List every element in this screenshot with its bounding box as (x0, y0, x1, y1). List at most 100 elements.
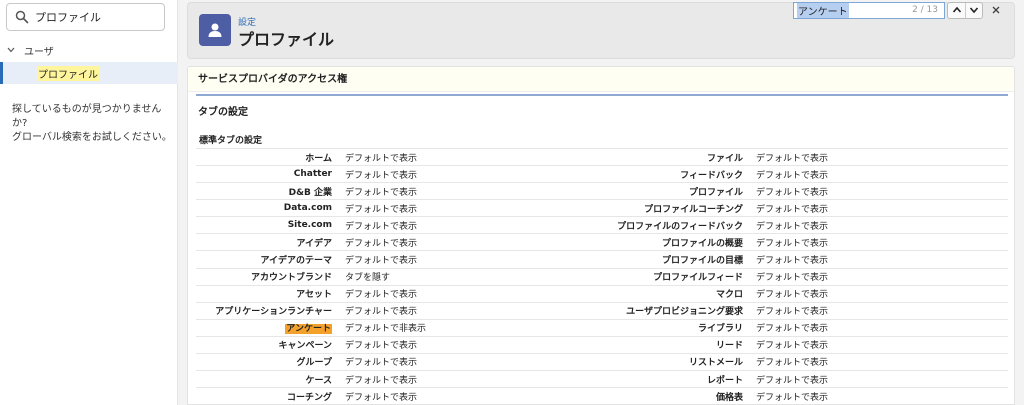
tab-name-left: D&B 企業 (288, 187, 332, 198)
tab-visibility-right: デフォルトで表示 (756, 273, 829, 284)
tab-name-left: グループ (296, 358, 332, 369)
tab-visibility-left: デフォルトで表示 (345, 307, 418, 318)
tab-visibility-left: タブを隠す (345, 273, 391, 284)
tab-visibility-left: デフォルトで表示 (345, 238, 418, 249)
tab-visibility-right: デフォルトで表示 (756, 153, 829, 164)
tab-name-left: アンケート (196, 321, 336, 335)
tab-visibility-right: デフォルトで表示 (756, 392, 829, 403)
service-provider-access-section: サービスプロバイダのアクセス権 (188, 67, 1014, 92)
find-next-button[interactable] (965, 2, 982, 18)
tab-name-right: ファイル (706, 153, 743, 164)
table-row: ホーム デフォルトで表示 ファイル デフォルトで表示 (196, 149, 1008, 167)
table-row: グループ デフォルトで表示 リストメール デフォルトで表示 (196, 354, 1008, 372)
tab-name-right: ユーザプロビジョニング要求 (626, 307, 743, 318)
tab-visibility-right: デフォルトで表示 (756, 187, 829, 198)
tab-name-right: フィードバック (680, 170, 743, 181)
tab-name-right: リード (715, 341, 743, 352)
tab-visibility-left: デフォルトで非表示 (345, 324, 427, 335)
tab-settings-title: タブの設定 (198, 107, 248, 118)
tab-visibility-right: デフォルトで表示 (756, 375, 829, 386)
quick-find-input[interactable] (35, 10, 155, 24)
tab-visibility-right: デフォルトで表示 (756, 256, 829, 266)
tree-group-header[interactable]: ユーザ (0, 40, 178, 60)
tab-name-right: マクロ (715, 290, 743, 301)
tab-visibility-right: デフォルトで表示 (756, 238, 829, 249)
find-match-highlight: アンケート (285, 324, 332, 335)
tab-visibility-left: デフォルトで表示 (345, 358, 418, 369)
find-previous-button[interactable] (948, 3, 965, 18)
tab-name-left: Data.com (283, 203, 332, 214)
profile-detail-content: サービスプロバイダのアクセス権 タブの設定 標準タブの設定 ホームデフォルトで表… (187, 66, 1015, 405)
tab-visibility-right: デフォルトで表示 (756, 358, 829, 369)
tab-visibility-right: デフォルトで表示 (756, 221, 829, 232)
search-icon (15, 10, 29, 24)
tab-name-left: キャンペーン (278, 341, 332, 352)
table-row: ケース デフォルトで表示 レポート デフォルトで表示 (196, 371, 1008, 389)
tab-visibility-left: デフォルトで表示 (345, 341, 418, 352)
tab-visibility-left: デフォルトで表示 (345, 204, 418, 215)
chevron-up-icon (952, 6, 961, 13)
tab-settings-table: ホーム デフォルトで表示 ファイル デフォルトで表示 Chatter デフォルトで表示 フィ… (196, 148, 1008, 404)
tab-visibility-left: デフォルトで表示 (345, 290, 418, 301)
tab-visibility-left: デフォルトで表示 (345, 221, 418, 232)
tab-visibility-right: デフォルトで表示 (756, 290, 829, 301)
user-profile-icon (199, 14, 231, 46)
tab-name-left: アセット (296, 290, 332, 301)
tab-visibility-right: デフォルトで表示 (756, 204, 829, 215)
table-row: アンケート デフォルトで非表示 ライブラリ デフォルトで表示 (196, 320, 1008, 337)
tab-name-right: プロファイルコーチング (644, 204, 743, 215)
find-bar: アンケート 2 / 13 (793, 1, 1003, 19)
table-row: アセット デフォルトで表示 マクロ デフォルトで表示 (196, 286, 1008, 303)
table-row: アイデア デフォルトで表示 プロファイルの概要 デフォルトで表示 (196, 234, 1008, 252)
table-row: コーチング デフォルトで表示 価格表 デフォルトで表示 (196, 388, 1008, 404)
sidebar-item-label: プロファイル (37, 65, 99, 81)
chevron-down-icon (969, 7, 979, 14)
find-close-button[interactable] (990, 4, 1002, 16)
tab-name-left: ホーム (305, 153, 332, 164)
tab-name-left: ケース (305, 375, 332, 386)
tab-name-right: プロファイルの概要 (661, 238, 743, 249)
help-line-2: グローバル検索をお試しください。 (12, 132, 172, 143)
tab-name-right: プロファイル (688, 187, 743, 198)
tab-name-right: 価格表 (715, 392, 743, 403)
table-row: アプリケーションランチャー デフォルトで表示 ユーザプロビジョニング要求 デフォルトで… (196, 303, 1008, 320)
tab-visibility-left: デフォルトで表示 (345, 375, 418, 386)
chevron-down-icon[interactable] (6, 45, 16, 55)
find-input[interactable]: アンケート 2 / 13 (793, 1, 945, 19)
tab-name-right: プロファイルフィード (653, 273, 743, 284)
tab-name-left: アイデアのテーマ (260, 256, 332, 266)
table-row: Data.com デフォルトで表示 プロファイルコーチング デフォルトで表示 (196, 200, 1008, 218)
sidebar-item-profiles[interactable]: プロファイル (0, 62, 178, 84)
tab-visibility-left: デフォルトで表示 (345, 392, 418, 403)
tab-settings-section: タブの設定 標準タブの設定 ホーム デフォルトで表示 ファイル デフォルトで表示 Cha… (196, 94, 1008, 404)
tab-visibility-right: デフォルトで表示 (756, 307, 829, 318)
tree-group-label: ユーザ (24, 46, 54, 58)
tab-visibility-left: デフォルトで表示 (345, 170, 418, 181)
table-row: Chatter デフォルトで表示 フィードバック デフォルトで表示 (196, 166, 1008, 184)
tab-name-left: アイデア (296, 238, 332, 249)
table-row: キャンペーン デフォルトで表示 リード デフォルトで表示 (196, 337, 1008, 354)
tab-name-right: ライブラリ (697, 324, 743, 335)
find-query: アンケート (797, 2, 849, 18)
tab-visibility-left: デフォルトで表示 (345, 153, 418, 164)
tab-name-right: レポート (706, 375, 743, 386)
page-title: プロファイル (238, 30, 335, 49)
tab-name-left: Site.com (287, 220, 332, 231)
help-line-1: 探しているものが見つかりませんか? (12, 104, 162, 129)
table-row: Site.com デフォルトで表示 プロファイルのフィードバック デフォルトで表示 (196, 217, 1008, 235)
tab-name-left: アカウントブランド (250, 273, 332, 284)
find-nav-buttons (947, 1, 983, 19)
tab-visibility-right: デフォルトで表示 (756, 341, 829, 352)
tree-group-users: ユーザ プロファイル (0, 40, 178, 84)
quick-find-box[interactable] (6, 3, 165, 31)
setup-sidebar: ユーザ プロファイル 探しているものが見つかりませんか? グローバル検索をお試し… (0, 0, 178, 405)
table-row: D&B 企業 デフォルトで表示 プロファイル デフォルトで表示 (196, 183, 1008, 201)
tab-visibility-left: デフォルトで表示 (345, 256, 418, 266)
tab-visibility-right: デフォルトで表示 (756, 324, 829, 335)
tab-name-right: プロファイルのフィードバック (617, 221, 743, 232)
table-row: アカウントブランド タブを隠す プロファイルフィード デフォルトで表示 (196, 269, 1008, 286)
close-icon (992, 6, 1000, 14)
tab-name-left: アプリケーションランチャー (215, 307, 332, 318)
tab-visibility-right: デフォルトで表示 (756, 170, 829, 181)
standard-tab-settings-title: 標準タブの設定 (199, 136, 263, 146)
